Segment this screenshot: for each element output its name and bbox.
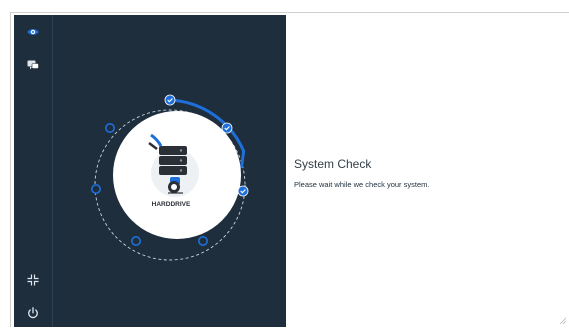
sidebar-rail bbox=[14, 15, 53, 327]
eye-icon bbox=[27, 29, 39, 35]
sidebar-item-eye[interactable] bbox=[23, 22, 43, 42]
app-container: HARDDRIVE System Check Please wait while bbox=[14, 15, 569, 327]
window-top-border bbox=[10, 12, 569, 13]
collapse-icon bbox=[27, 274, 39, 286]
chat-icon bbox=[27, 60, 39, 69]
step-marker-pending bbox=[131, 236, 142, 247]
step-marker-pending bbox=[90, 184, 101, 195]
step-marker-pending bbox=[104, 123, 115, 134]
step-marker-completed bbox=[164, 94, 176, 106]
page-title: System Check bbox=[294, 157, 372, 171]
sidebar-item-chat[interactable] bbox=[23, 55, 43, 75]
progress-ring: HARDDRIVE bbox=[90, 94, 249, 261]
step-marker-completed bbox=[237, 185, 249, 197]
status-message: Please wait while we check your system. bbox=[294, 180, 430, 189]
drive-label: HARDDRIVE bbox=[152, 201, 191, 208]
step-marker-pending bbox=[198, 236, 209, 247]
sidebar-item-collapse[interactable] bbox=[23, 270, 43, 290]
step-marker-completed bbox=[221, 122, 233, 134]
window-left-border bbox=[10, 12, 11, 327]
sidebar-item-power[interactable] bbox=[23, 303, 43, 323]
resize-grip-icon[interactable] bbox=[559, 317, 567, 325]
status-content: System Check Please wait while we check … bbox=[286, 15, 569, 327]
power-icon bbox=[28, 307, 38, 319]
progress-panel: HARDDRIVE bbox=[53, 15, 286, 327]
